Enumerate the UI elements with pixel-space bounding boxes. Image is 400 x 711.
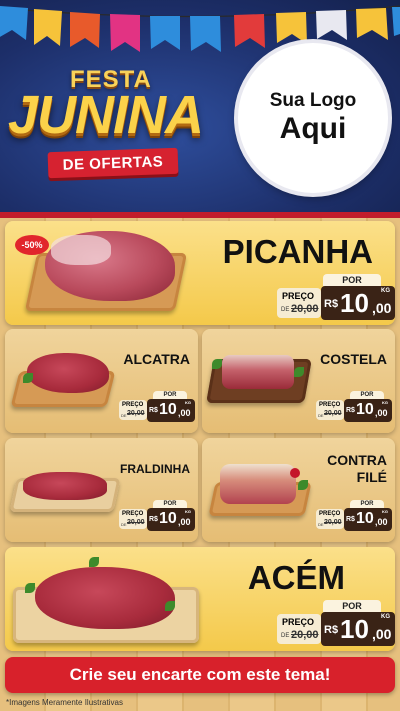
- de-label: DE: [318, 413, 324, 418]
- currency: R$: [324, 624, 339, 636]
- product-card-costela[interactable]: COSTELA POR PREÇO DE 20,00 R$ 10 ,00 KG: [202, 329, 395, 433]
- price-tag: POR PREÇO DE 20,00 R$ 10 ,00 KG: [316, 500, 392, 532]
- product-card-picanha[interactable]: -50% PICANHA POR PREÇO DE 20,00 R$ 10 ,0…: [5, 221, 395, 325]
- de-label: DE: [121, 413, 127, 418]
- herb-garnish: [212, 359, 222, 369]
- old-price: 20,00: [127, 410, 145, 417]
- old-price: 20,00: [324, 410, 342, 417]
- festa-ribbon: DE OFERTAS: [47, 147, 179, 179]
- por-label: POR: [323, 600, 381, 612]
- preco-label: PREÇO: [282, 291, 315, 301]
- price-tag: POR PREÇO DE 20,00 R$ 10 ,00 KG: [119, 391, 195, 423]
- festa-sub-text: DE OFERTAS: [62, 152, 164, 174]
- currency: R$: [324, 298, 339, 310]
- price-cents: ,00: [372, 626, 392, 642]
- de-label: DE: [121, 522, 127, 527]
- price-integer: 10: [340, 614, 369, 644]
- new-price: R$ 10 ,00 KG: [344, 399, 392, 422]
- product-card-contra-file[interactable]: CONTRA FILÉ POR PREÇO DE 20,00 R$ 10 ,00…: [202, 438, 395, 542]
- preco-label: PREÇO: [122, 402, 144, 408]
- unit-label: KG: [382, 400, 388, 405]
- cta-text: Crie seu encarte com este tema!: [69, 665, 331, 684]
- herb-garnish: [23, 373, 33, 383]
- product-name: PICANHA: [222, 233, 373, 270]
- herb-garnish: [298, 480, 308, 490]
- de-label: DE: [318, 522, 324, 527]
- meat-image: [222, 355, 294, 389]
- price-integer: 10: [356, 510, 374, 527]
- por-label: POR: [350, 500, 384, 508]
- old-price: 20,00: [127, 519, 145, 526]
- price-cents: ,00: [375, 408, 388, 418]
- meat-fat: [51, 235, 111, 265]
- disclaimer-note: *Imagens Meramente Ilustrativas: [6, 698, 123, 707]
- old-price: 20,00: [291, 629, 319, 641]
- price-tag: POR PREÇO DE 20,00 R$ 10 ,00 KG: [277, 274, 395, 322]
- unit-label: KG: [381, 614, 390, 620]
- product-name: ACÉM: [247, 559, 345, 596]
- currency: R$: [346, 407, 355, 414]
- product-name: FRALDINHA: [120, 462, 190, 476]
- price-integer: 10: [356, 401, 374, 418]
- currency: R$: [149, 407, 158, 414]
- price-integer: 10: [340, 288, 369, 318]
- por-label: POR: [323, 274, 381, 286]
- herb-garnish: [89, 557, 99, 567]
- product-card-fraldinha[interactable]: FRALDINHA POR PREÇO DE 20,00 R$ 10 ,00 K…: [5, 438, 198, 542]
- discount-badge: -50%: [15, 235, 49, 255]
- header-banner: FESTA JUNINA DE OFERTAS Sua Logo Aqui: [0, 0, 400, 214]
- price-tag: POR PREÇO DE 20,00 R$ 10 ,00 KG: [277, 600, 395, 648]
- logo-line1: Sua Logo: [269, 90, 357, 111]
- meat-image: [35, 567, 175, 629]
- por-label: POR: [350, 391, 384, 399]
- price-tag: POR PREÇO DE 20,00 R$ 10 ,00 KG: [119, 500, 195, 532]
- unit-label: KG: [382, 509, 388, 514]
- meat-image: [220, 464, 296, 504]
- meat-image: [23, 472, 107, 500]
- unit-label: KG: [185, 400, 191, 405]
- new-price: R$ 10 ,00 KG: [147, 399, 195, 422]
- meat-image: [27, 353, 109, 393]
- price-cents: ,00: [178, 517, 191, 527]
- product-card-acem[interactable]: ACÉM POR PREÇO DE 20,00 R$ 10 ,00 KG: [5, 547, 395, 651]
- festa-junina-logo: FESTA JUNINA DE OFERTAS: [8, 58, 223, 188]
- new-price: R$ 10 ,00 KG: [344, 508, 392, 531]
- price-integer: 10: [159, 401, 177, 418]
- preco-label: PREÇO: [282, 617, 315, 627]
- new-price: R$ 10 ,00 KG: [321, 286, 395, 320]
- currency: R$: [149, 516, 158, 523]
- old-price: 20,00: [324, 519, 342, 526]
- price-cents: ,00: [178, 408, 191, 418]
- price-integer: 10: [159, 510, 177, 527]
- product-name: ALCATRA: [123, 351, 190, 367]
- cta-banner[interactable]: Crie seu encarte com este tema!: [5, 657, 395, 693]
- store-logo-placeholder[interactable]: Sua Logo Aqui: [238, 43, 388, 193]
- por-label: POR: [153, 391, 187, 399]
- new-price: R$ 10 ,00 KG: [147, 508, 195, 531]
- tomato-garnish: [290, 468, 300, 478]
- de-label: DE: [281, 307, 290, 313]
- product-name: CONTRA FILÉ: [327, 452, 387, 485]
- price-cents: ,00: [375, 517, 388, 527]
- logo-line2: Aqui: [279, 112, 347, 145]
- unit-label: KG: [185, 509, 191, 514]
- preco-label: PREÇO: [122, 511, 144, 517]
- preco-label: PREÇO: [319, 511, 341, 517]
- festa-main-text: JUNINA: [8, 85, 204, 145]
- de-label: DE: [281, 633, 290, 639]
- price-tag: POR PREÇO DE 20,00 R$ 10 ,00 KG: [316, 391, 392, 423]
- preco-label: PREÇO: [319, 402, 341, 408]
- herb-garnish: [294, 367, 304, 377]
- currency: R$: [346, 516, 355, 523]
- new-price: R$ 10 ,00 KG: [321, 612, 395, 646]
- product-card-alcatra[interactable]: ALCATRA POR PREÇO DE 20,00 R$ 10 ,00 KG: [5, 329, 198, 433]
- unit-label: KG: [381, 288, 390, 294]
- price-cents: ,00: [372, 300, 392, 316]
- herb-garnish: [165, 601, 175, 611]
- product-name: COSTELA: [320, 351, 387, 367]
- herb-garnish: [25, 583, 35, 593]
- old-price: 20,00: [291, 303, 319, 315]
- por-label: POR: [153, 500, 187, 508]
